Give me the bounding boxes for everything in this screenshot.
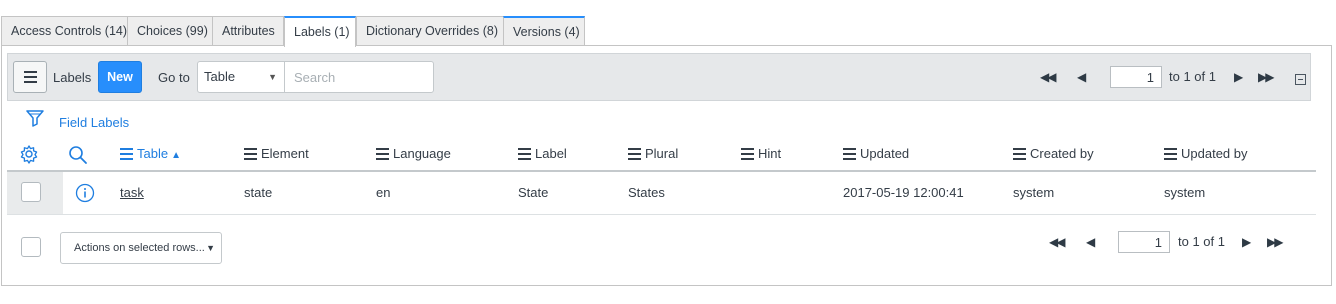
tab-attributes[interactable]: Attributes bbox=[212, 16, 284, 46]
column-header-plural[interactable]: Plural bbox=[628, 146, 678, 161]
hamburger-icon bbox=[23, 71, 37, 83]
column-menu-icon bbox=[741, 147, 754, 160]
last-page-icon[interactable]: ▶▶ bbox=[1267, 235, 1284, 249]
search-input[interactable] bbox=[284, 61, 434, 93]
select-all-checkbox[interactable] bbox=[21, 237, 41, 257]
column-header-label: Element bbox=[261, 146, 309, 161]
column-header-label: Plural bbox=[645, 146, 679, 161]
column-header-updated[interactable]: Updated bbox=[843, 146, 909, 161]
column-header-label: Updated by bbox=[1181, 146, 1248, 161]
collapse-icon[interactable] bbox=[1295, 74, 1306, 85]
breadcrumb[interactable]: Field Labels bbox=[59, 115, 129, 130]
cell-element: state bbox=[244, 185, 273, 200]
cell-plural: States bbox=[628, 185, 665, 200]
actions-on-selected-rows-select[interactable]: Actions on selected rows... ▼ bbox=[60, 232, 222, 264]
cell-table[interactable]: task bbox=[120, 185, 144, 200]
list-context-menu-button[interactable] bbox=[13, 61, 47, 93]
column-header-label: Hint bbox=[758, 146, 782, 161]
column-menu-icon bbox=[1013, 147, 1026, 160]
actions-selected-value: Actions on selected rows... bbox=[74, 242, 205, 254]
goto-field-select[interactable]: Table ▼ bbox=[197, 61, 285, 93]
first-page-icon[interactable]: ◀◀ bbox=[1049, 235, 1066, 249]
last-page-icon[interactable]: ▶▶ bbox=[1258, 70, 1275, 84]
column-header-label: Created by bbox=[1030, 146, 1094, 161]
tab-versions[interactable]: Versions (4) bbox=[503, 16, 585, 46]
column-header-label: Updated bbox=[860, 146, 910, 161]
column-menu-icon bbox=[628, 147, 641, 160]
column-header-language[interactable]: Language bbox=[376, 146, 451, 161]
column-header-created-by[interactable]: Created by bbox=[1013, 146, 1094, 161]
column-menu-icon bbox=[1164, 147, 1177, 160]
row-select-cell bbox=[7, 172, 63, 214]
filter-icon[interactable] bbox=[26, 109, 44, 131]
cell-language: en bbox=[376, 185, 391, 200]
gear-icon[interactable] bbox=[19, 144, 39, 164]
column-header-label: Language bbox=[393, 146, 451, 161]
cell-label: State bbox=[518, 185, 549, 200]
column-header-label[interactable]: Label bbox=[518, 146, 567, 161]
column-menu-icon bbox=[120, 147, 133, 160]
tab-choices[interactable]: Choices (99) bbox=[127, 16, 213, 46]
column-header-table[interactable]: Table ▲ bbox=[120, 146, 181, 161]
page-range-text: to 1 of 1 bbox=[1169, 69, 1216, 84]
sort-ascending-icon: ▲ bbox=[171, 150, 181, 161]
prev-page-icon[interactable]: ◀ bbox=[1077, 70, 1086, 84]
goto-selected-value: Table bbox=[204, 69, 236, 84]
tab-dictionary-overrides[interactable]: Dictionary Overrides (8) bbox=[356, 16, 504, 46]
goto-label: Go to bbox=[158, 70, 190, 85]
prev-page-icon[interactable]: ◀ bbox=[1086, 235, 1095, 249]
column-menu-icon bbox=[244, 147, 257, 160]
info-icon[interactable] bbox=[75, 183, 95, 203]
list-title: Labels bbox=[53, 70, 92, 85]
page-number-input[interactable] bbox=[1110, 66, 1162, 88]
cell-created-by: system bbox=[1013, 185, 1055, 200]
list-toolbar: Labels New Go to Table ▼ ◀◀ ◀ to 1 of 1 … bbox=[7, 53, 1311, 101]
row-divider bbox=[7, 214, 1316, 215]
tab-labels[interactable]: Labels (1) bbox=[284, 16, 356, 47]
new-button[interactable]: New bbox=[98, 61, 142, 93]
column-header-label: Table bbox=[137, 146, 169, 161]
tab-access-controls[interactable]: Access Controls (14) bbox=[1, 16, 128, 46]
chevron-down-icon: ▼ bbox=[206, 243, 215, 253]
next-page-icon[interactable]: ▶ bbox=[1234, 70, 1243, 84]
column-header-label-text: Label bbox=[535, 146, 567, 161]
chevron-down-icon: ▼ bbox=[268, 72, 277, 82]
column-header-element[interactable]: Element bbox=[244, 146, 309, 161]
column-header-hint[interactable]: Hint bbox=[741, 146, 781, 161]
row-checkbox[interactable] bbox=[21, 182, 41, 202]
table-row: task state en State States 2017-05-19 12… bbox=[7, 172, 1316, 214]
column-menu-icon bbox=[376, 147, 389, 160]
page-number-input[interactable] bbox=[1118, 231, 1170, 253]
first-page-icon[interactable]: ◀◀ bbox=[1040, 70, 1057, 84]
column-menu-icon bbox=[843, 147, 856, 160]
search-icon[interactable] bbox=[68, 145, 88, 165]
cell-updated: 2017-05-19 12:00:41 bbox=[843, 185, 964, 200]
related-list-tabs: Access Controls (14) Choices (99) Attrib… bbox=[0, 16, 1336, 47]
next-page-icon[interactable]: ▶ bbox=[1242, 235, 1251, 249]
related-list-panel: Labels New Go to Table ▼ ◀◀ ◀ to 1 of 1 … bbox=[1, 45, 1332, 286]
column-menu-icon bbox=[518, 147, 531, 160]
column-header-updated-by[interactable]: Updated by bbox=[1164, 146, 1248, 161]
cell-updated-by: system bbox=[1164, 185, 1206, 200]
page-range-text: to 1 of 1 bbox=[1178, 234, 1225, 249]
